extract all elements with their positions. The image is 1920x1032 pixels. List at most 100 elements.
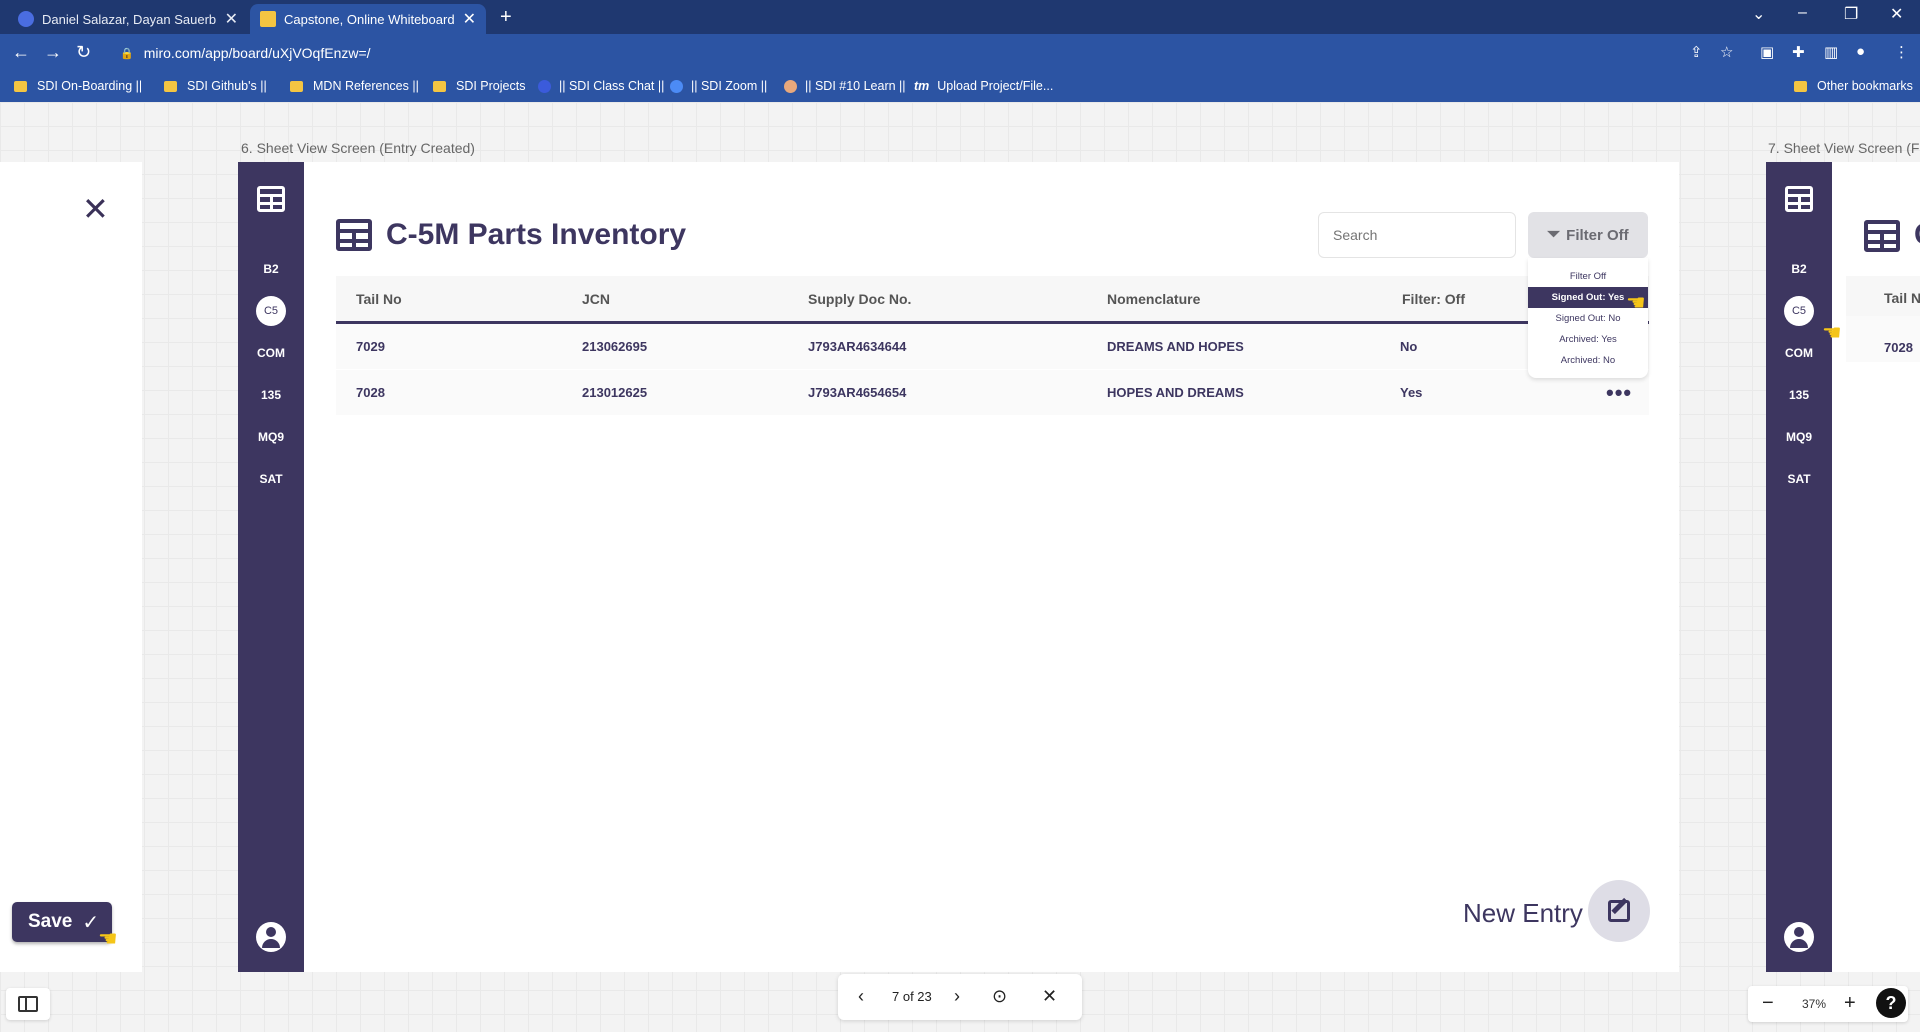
bookmark-upload-project[interactable]: tm Upload Project/File... <box>914 79 1053 93</box>
app-sidebar: B2 C5 COM 135 MQ9 SAT <box>238 162 304 972</box>
bookmark-sdi-onboarding[interactable]: SDI On-Boarding || <box>14 79 142 93</box>
sidebar-item-b2[interactable]: B2 <box>238 262 304 276</box>
back-arrow-icon[interactable]: ← <box>12 42 30 63</box>
save-label: Save <box>28 911 73 932</box>
presentation-pager: ‹ 7 of 23 › ⊙ ✕ <box>838 974 1082 1020</box>
extension-icon[interactable]: ▣ <box>1760 43 1774 61</box>
cursor-hand-icon: ☚ <box>98 926 118 951</box>
table-row[interactable]: 7028 213012625 J793AR4654654 HOPES AND D… <box>336 370 1649 416</box>
bookmark-sdi-github[interactable]: SDI Github's || <box>164 79 267 93</box>
bookmarks-bar: SDI On-Boarding || SDI Github's || MDN R… <box>0 72 1920 102</box>
tab-daniel-salazar[interactable]: Daniel Salazar, Dayan Sauerbronn ✕ <box>8 4 248 34</box>
zoom-level[interactable]: 37% <box>1802 997 1826 1011</box>
filter-label: Filter Off <box>1566 226 1629 244</box>
bookmark-label: SDI Projects <box>456 79 526 93</box>
profile-avatar-icon[interactable]: ● <box>1856 43 1865 60</box>
page-title: C-5M Parts Inventory <box>386 218 687 251</box>
sidebar-item-mq9[interactable]: MQ9 <box>1766 430 1832 444</box>
funnel-icon: ⏷ <box>1547 226 1561 243</box>
close-presentation-icon[interactable]: ✕ <box>1042 986 1057 1007</box>
sidebar-item-com[interactable]: COM <box>238 346 304 360</box>
sidebar-item-135[interactable]: 135 <box>1766 388 1832 402</box>
frame-label-6[interactable]: 6. Sheet View Screen (Entry Created) <box>241 140 475 156</box>
bookmark-label: SDI On-Boarding || <box>37 79 143 93</box>
kebab-menu-icon[interactable]: ⋮ <box>1894 43 1909 61</box>
filter-option-off[interactable]: Filter Off <box>1528 266 1648 287</box>
panel-icon <box>18 996 38 1012</box>
previous-chevron-icon[interactable]: ‹ <box>858 986 864 1007</box>
learn-icon <box>784 79 797 93</box>
table-row[interactable]: 7029 213062695 J793AR4634644 DREAMS AND … <box>336 324 1649 370</box>
row-menu-icon[interactable]: ••• <box>1606 380 1632 406</box>
address-bar-row: ← → ↻ 🔒 miro.com/app/board/uXjVOqfEnzw=/… <box>0 34 1920 72</box>
close-icon[interactable]: ✕ <box>82 190 109 228</box>
url-field[interactable]: 🔒 miro.com/app/board/uXjVOqfEnzw=/ <box>106 39 1696 67</box>
window-close-icon[interactable]: ✕ <box>1890 4 1903 24</box>
inventory-table: Tail No JCN Supply Doc No. Nomenclature … <box>336 276 1649 416</box>
restore-icon[interactable]: ❐ <box>1844 4 1858 24</box>
cell-nomenclature: DREAMS AND HOPES <box>1107 339 1244 354</box>
browser-tab-bar: Daniel Salazar, Dayan Sauerbronn ✕ Capst… <box>0 0 1920 34</box>
search-input[interactable] <box>1318 212 1516 258</box>
bookmark-sdi-class-chat[interactable]: || SDI Class Chat || <box>538 79 664 93</box>
grid-logo-icon[interactable] <box>257 186 285 212</box>
help-button[interactable]: ? <box>1876 988 1906 1018</box>
lock-icon: 🔒 <box>120 47 134 60</box>
forward-arrow-icon[interactable]: → <box>44 42 62 63</box>
sidebar-item-b2[interactable]: B2 <box>1766 262 1832 276</box>
bookmark-sdi-projects[interactable]: SDI Projects <box>433 79 525 93</box>
bookmark-label: MDN References || <box>313 79 419 93</box>
bookmark-mdn-references[interactable]: MDN References || <box>290 79 419 93</box>
tab-close-icon[interactable]: ✕ <box>463 9 476 29</box>
minimize-icon[interactable]: – <box>1798 4 1807 22</box>
bookmark-sdi-learn[interactable]: || SDI #10 Learn || <box>784 79 906 93</box>
cell-filter: No <box>1400 339 1418 354</box>
frame-label-7[interactable]: 7. Sheet View Screen (Fi <box>1768 140 1920 156</box>
new-entry-button[interactable] <box>1588 880 1650 942</box>
filter-option-archived-yes[interactable]: Archived: Yes <box>1528 329 1648 350</box>
cell-tail-no: 7028 <box>1884 340 1913 355</box>
bookmark-other[interactable]: Other bookmarks <box>1794 79 1913 93</box>
sidebar-item-label: C5 <box>1784 296 1814 326</box>
share-icon[interactable]: ⇪ <box>1690 43 1703 61</box>
sidebar-item-c5[interactable]: C5 <box>238 296 304 326</box>
bookmark-label: || SDI #10 Learn || <box>805 79 906 93</box>
sidebar-item-sat[interactable]: SAT <box>238 472 304 486</box>
tab-close-icon[interactable]: ✕ <box>225 9 238 29</box>
user-avatar-icon[interactable] <box>1784 922 1814 952</box>
zoom-out-button[interactable]: − <box>1762 992 1774 1015</box>
tab-miro-capstone[interactable]: Capstone, Online Whiteboard for ✕ <box>250 4 486 34</box>
sidebar-item-mq9[interactable]: MQ9 <box>238 430 304 444</box>
table-icon <box>336 219 372 251</box>
bookmark-star-icon[interactable]: ☆ <box>1720 43 1733 61</box>
new-tab-button[interactable]: + <box>500 6 512 29</box>
cell-jcn: 213062695 <box>582 339 648 354</box>
grid-logo-icon[interactable] <box>1785 186 1813 212</box>
folder-icon <box>164 80 177 92</box>
sidebar-item-com[interactable]: COM <box>1766 346 1832 360</box>
check-icon: ✓ <box>82 911 100 934</box>
tm-icon: tm <box>914 79 930 93</box>
puzzle-icon[interactable]: ✚ <box>1792 43 1805 61</box>
tab-title: Capstone, Online Whiteboard for <box>284 11 455 27</box>
reload-icon[interactable]: ↻ <box>76 42 91 63</box>
bookmark-sdi-zoom[interactable]: || SDI Zoom || <box>670 79 767 93</box>
new-entry-label[interactable]: New Entry <box>1463 898 1583 929</box>
zoom-in-button[interactable]: + <box>1844 992 1856 1015</box>
side-panel-icon[interactable]: ▥ <box>1824 43 1838 61</box>
save-button[interactable]: Save ✓ <box>12 902 112 942</box>
sidebar-item-135[interactable]: 135 <box>238 388 304 402</box>
play-icon[interactable]: ⊙ <box>992 986 1007 1007</box>
frames-panel-button[interactable] <box>6 988 50 1020</box>
folder-icon <box>433 80 446 92</box>
sidebar-item-label: C5 <box>256 296 286 326</box>
column-tail-no: Tail N <box>1884 290 1920 306</box>
filter-option-archived-no[interactable]: Archived: No <box>1528 350 1648 371</box>
tab-search-chevron-icon[interactable]: ⌄ <box>1752 4 1765 24</box>
filter-button[interactable]: ⏷ Filter Off <box>1528 212 1648 258</box>
next-chevron-icon[interactable]: › <box>954 986 960 1007</box>
table-icon <box>1864 220 1900 252</box>
sidebar-item-sat[interactable]: SAT <box>1766 472 1832 486</box>
table-row[interactable] <box>1846 316 1920 362</box>
user-avatar-icon[interactable] <box>256 922 286 952</box>
